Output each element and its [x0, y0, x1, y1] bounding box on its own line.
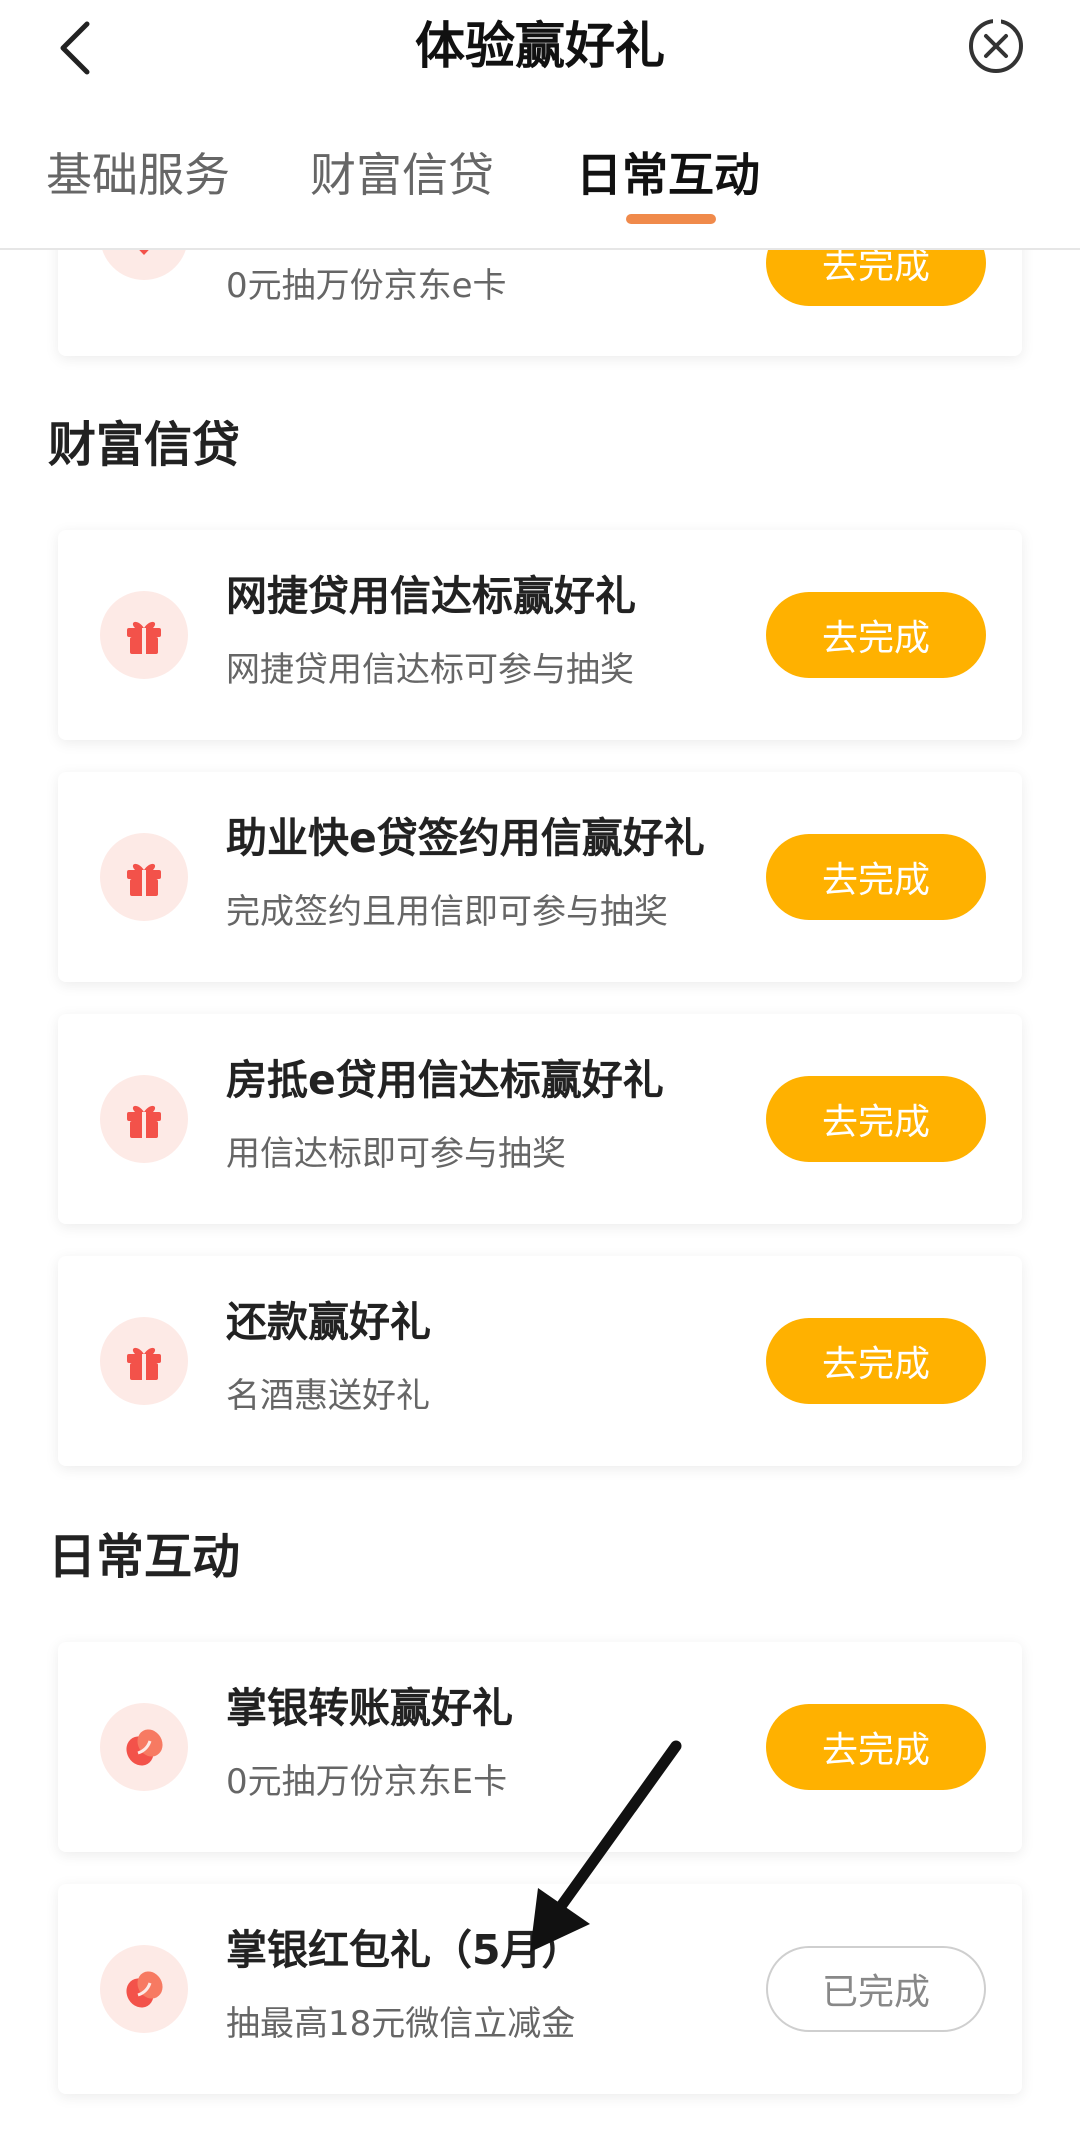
- task-subtitle: 网捷贷用信达标可参与抽奖: [226, 650, 634, 690]
- go-complete-button[interactable]: 去完成: [766, 1076, 986, 1162]
- gift-icon: [100, 1317, 188, 1405]
- annotation-arrow-icon: [530, 1740, 682, 1952]
- tab-basic-services[interactable]: 基础服务: [46, 140, 230, 210]
- task-title: 助业快e贷签约用信赢好礼: [226, 814, 705, 862]
- go-complete-button[interactable]: 去完成: [766, 1704, 986, 1790]
- task-subtitle: 抽最高18元微信立减金: [226, 2004, 576, 2044]
- task-title: 网捷贷用信达标赢好礼: [226, 572, 636, 620]
- task-subtitle: 名酒惠送好礼: [226, 1376, 430, 1416]
- task-subtitle: 0元抽万份京东E卡: [226, 1762, 508, 1802]
- task-title: 掌银转账赢好礼: [226, 1684, 513, 1732]
- task-card: 助业快e贷签约用信赢好礼 完成签约且用信即可参与抽奖 去完成: [58, 772, 1022, 982]
- header: 体验赢好礼 基础服务 财富信贷 日常互动: [0, 0, 1080, 250]
- task-subtitle: 0元抽万份京东e卡: [226, 266, 507, 306]
- task-card: 还款赢好礼 名酒惠送好礼 去完成: [58, 1256, 1022, 1466]
- go-complete-button[interactable]: 去完成: [766, 834, 986, 920]
- completed-button[interactable]: 已完成: [766, 1946, 986, 2032]
- gift-icon: [100, 1075, 188, 1163]
- page-content: 0元抽万份京东e卡 去完成 财富信贷 网捷贷用信达标赢好礼 网捷贷用信达标可参与…: [0, 0, 1080, 2141]
- page-title: 体验赢好礼: [415, 17, 665, 75]
- task-title: 房抵e贷用信达标赢好礼: [226, 1056, 664, 1104]
- close-button[interactable]: [964, 14, 1028, 78]
- section-title-wealth: 财富信贷: [48, 417, 241, 473]
- close-circle-icon: [969, 18, 1023, 73]
- tab-daily-interaction[interactable]: 日常互动: [576, 140, 760, 210]
- task-subtitle: 用信达标即可参与抽奖: [226, 1134, 566, 1174]
- active-tab-indicator: [626, 214, 716, 224]
- task-card: 房抵e贷用信达标赢好礼 用信达标即可参与抽奖 去完成: [58, 1014, 1022, 1224]
- task-subtitle: 完成签约且用信即可参与抽奖: [226, 892, 668, 932]
- task-card: 网捷贷用信达标赢好礼 网捷贷用信达标可参与抽奖 去完成: [58, 530, 1022, 740]
- task-title: 还款赢好礼: [226, 1298, 431, 1346]
- tab-wealth-credit[interactable]: 财富信贷: [310, 140, 494, 210]
- gift-icon: [100, 833, 188, 921]
- go-complete-button[interactable]: 去完成: [766, 592, 986, 678]
- tab-bar: 基础服务 财富信贷 日常互动: [0, 130, 1080, 230]
- go-complete-button[interactable]: 去完成: [766, 1318, 986, 1404]
- section-title-daily: 日常互动: [48, 1529, 241, 1585]
- gift-icon: [100, 591, 188, 679]
- transfer-icon: [100, 1945, 188, 2033]
- transfer-icon: [100, 1703, 188, 1791]
